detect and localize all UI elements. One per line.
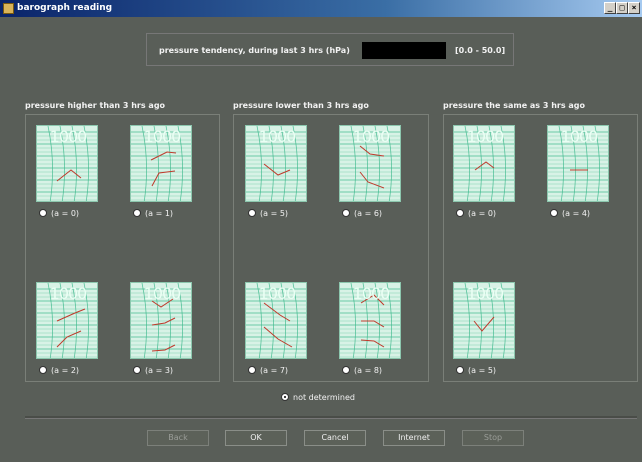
- option-5[interactable]: (a = 6): [342, 208, 382, 218]
- option-label: (a = 5): [468, 365, 497, 375]
- option-label: (a = 2): [51, 365, 80, 375]
- option-0[interactable]: (a = 0): [39, 208, 79, 218]
- radio-button[interactable]: [342, 366, 350, 374]
- option-label: (a = 1): [145, 208, 174, 218]
- option-7[interactable]: (a = 8): [342, 365, 382, 375]
- option-2[interactable]: (a = 2): [39, 365, 79, 375]
- back-button[interactable]: Back: [147, 430, 209, 446]
- option-8[interactable]: (a = 0): [456, 208, 496, 218]
- ok-button[interactable]: OK: [225, 430, 287, 446]
- option-not-determined[interactable]: not determined: [281, 392, 355, 402]
- option-label: (a = 0): [51, 208, 80, 218]
- barograph-trace-5: 1000: [339, 125, 401, 202]
- barograph-trace-2: 1000: [36, 282, 98, 359]
- tendency-range: [0.0 - 50.0]: [455, 46, 506, 55]
- option-4[interactable]: (a = 5): [248, 208, 288, 218]
- barograph-trace-10: 1000: [453, 282, 515, 359]
- option-label: (a = 4): [562, 208, 591, 218]
- option-label: (a = 3): [145, 365, 174, 375]
- group-title-higher: pressure higher than 3 hrs ago: [25, 101, 166, 110]
- radio-button[interactable]: [550, 209, 558, 217]
- barograph-trace-3: 1000: [130, 282, 192, 359]
- tendency-input[interactable]: [362, 42, 446, 59]
- java-app-icon: [3, 3, 14, 14]
- barograph-trace-0: 1000: [36, 125, 98, 202]
- group-title-lower: pressure lower than 3 hrs ago: [233, 101, 369, 110]
- option-6[interactable]: (a = 7): [248, 365, 288, 375]
- not-determined-label: not determined: [293, 392, 355, 402]
- barograph-trace-7: 1000: [339, 282, 401, 359]
- stop-button[interactable]: Stop: [462, 430, 524, 446]
- window-title: barograph reading: [17, 3, 113, 13]
- option-1[interactable]: (a = 1): [133, 208, 173, 218]
- close-button[interactable]: ×: [628, 2, 640, 14]
- option-9[interactable]: (a = 4): [550, 208, 590, 218]
- option-label: (a = 0): [468, 208, 497, 218]
- title-bar: barograph reading _ □ ×: [0, 0, 642, 17]
- barograph-trace-4: 1000: [245, 125, 307, 202]
- separator: [25, 416, 637, 419]
- radio-button[interactable]: [248, 366, 256, 374]
- option-label: (a = 6): [354, 208, 383, 218]
- barograph-trace-8: 1000: [453, 125, 515, 202]
- option-3[interactable]: (a = 3): [133, 365, 173, 375]
- radio-button[interactable]: [248, 209, 256, 217]
- radio-button[interactable]: [133, 209, 141, 217]
- radio-button[interactable]: [456, 209, 464, 217]
- barograph-trace-9: 1000: [547, 125, 609, 202]
- cancel-button[interactable]: Cancel: [304, 430, 366, 446]
- option-10[interactable]: (a = 5): [456, 365, 496, 375]
- minimize-button[interactable]: _: [604, 2, 616, 14]
- radio-button[interactable]: [39, 366, 47, 374]
- radio-not-determined[interactable]: [281, 393, 289, 401]
- option-label: (a = 5): [260, 208, 289, 218]
- radio-button[interactable]: [342, 209, 350, 217]
- option-label: (a = 8): [354, 365, 383, 375]
- radio-button[interactable]: [456, 366, 464, 374]
- barograph-trace-6: 1000: [245, 282, 307, 359]
- tendency-label: pressure tendency, during last 3 hrs (hP…: [159, 46, 350, 55]
- barograph-trace-1: 1000: [130, 125, 192, 202]
- group-title-same: pressure the same as 3 hrs ago: [443, 101, 586, 110]
- tendency-panel: pressure tendency, during last 3 hrs (hP…: [146, 33, 514, 66]
- maximize-button[interactable]: □: [616, 2, 628, 14]
- internet-button[interactable]: Internet: [383, 430, 445, 446]
- radio-button[interactable]: [39, 209, 47, 217]
- radio-button[interactable]: [133, 366, 141, 374]
- option-label: (a = 7): [260, 365, 289, 375]
